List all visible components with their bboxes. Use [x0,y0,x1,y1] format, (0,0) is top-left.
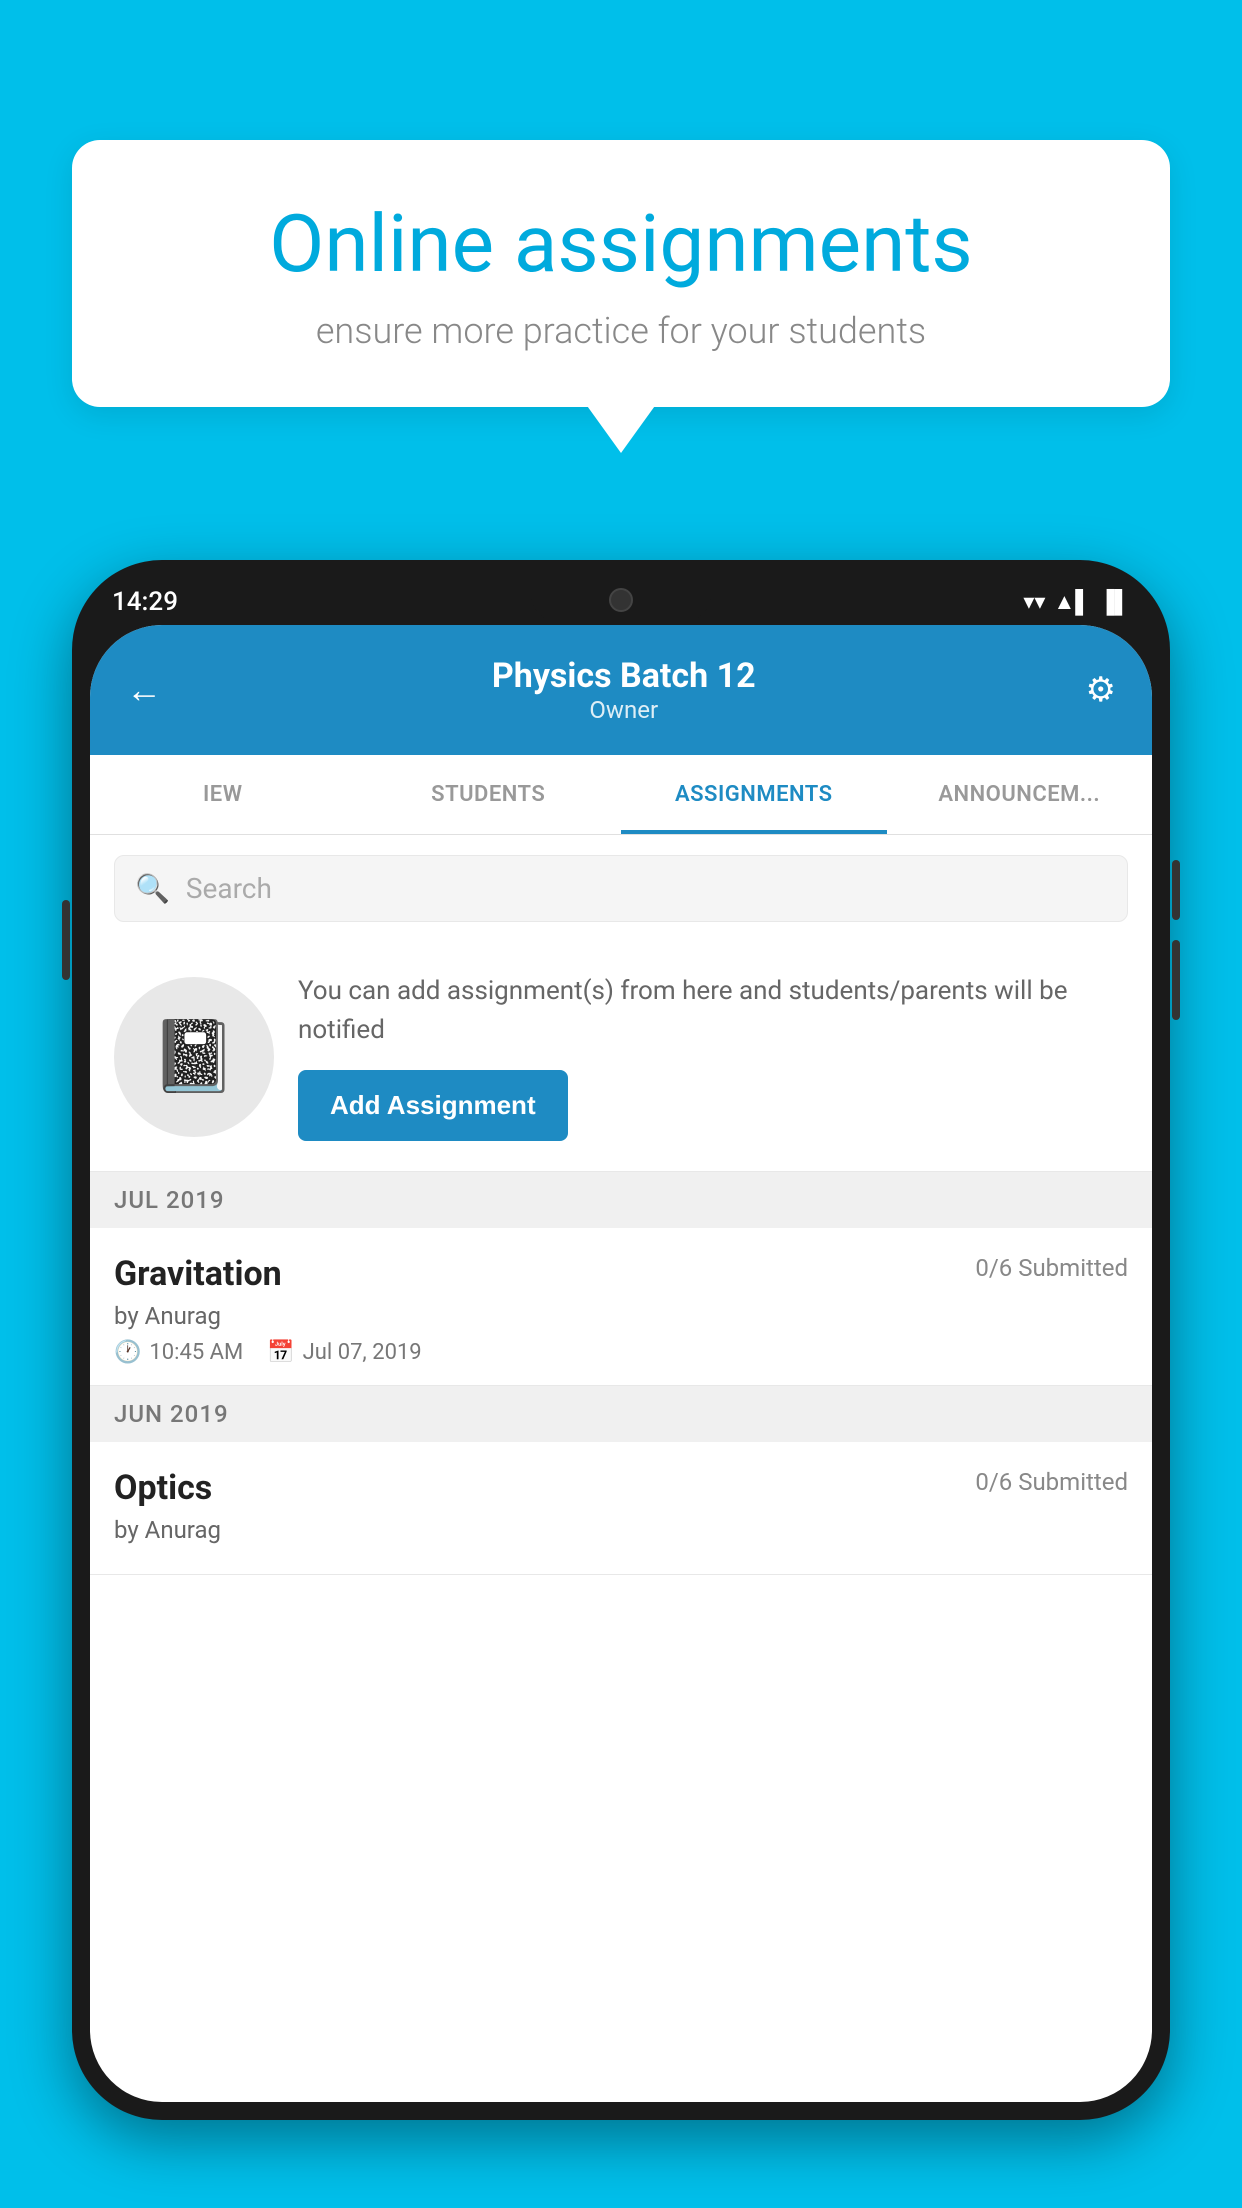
clock-icon: 🕐 [114,1340,141,1365]
promo-content: You can add assignment(s) from here and … [298,972,1128,1141]
assignment-by-optics: by Anurag [114,1516,1128,1544]
tab-assignments[interactable]: ASSIGNMENTS [621,755,887,834]
bubble-subtitle: ensure more practice for your students [142,310,1100,352]
section-header-jun-2019: JUN 2019 [90,1386,1152,1442]
search-bar[interactable]: 🔍 Search [114,855,1128,922]
bubble-title: Online assignments [142,200,1100,288]
settings-gear-icon[interactable]: ⚙ [1086,670,1116,710]
phone-frame-outer: 14:29 ▾▾ ▲▌ ▐▌ ← Physics Batch 12 Owner … [72,560,1170,2208]
status-bar: 14:29 ▾▾ ▲▌ ▐▌ [112,582,1130,622]
calendar-icon: 📅 [267,1340,294,1365]
assignment-item-gravitation[interactable]: Gravitation 0/6 Submitted by Anurag 🕐 10… [90,1228,1152,1386]
bubble-card: Online assignments ensure more practice … [72,140,1170,407]
tab-students[interactable]: STUDENTS [356,755,622,834]
assignment-meta-gravitation: 🕐 10:45 AM 📅 Jul 07, 2019 [114,1340,1128,1365]
tab-announcements[interactable]: ANNOUNCEM... [887,755,1153,834]
battery-icon: ▐▌ [1099,589,1130,615]
phone-screen: ← Physics Batch 12 Owner ⚙ IEW STUDENTS … [90,625,1152,2102]
assignment-time-gravitation: 🕐 10:45 AM [114,1340,243,1365]
assignment-title-gravitation: Gravitation [114,1254,282,1294]
promo-speech-bubble: Online assignments ensure more practice … [72,140,1170,407]
search-icon: 🔍 [135,872,170,905]
promo-description: You can add assignment(s) from here and … [298,972,1128,1050]
header-center: Physics Batch 12 Owner [492,656,756,724]
tabs-bar: IEW STUDENTS ASSIGNMENTS ANNOUNCEM... [90,755,1152,835]
notebook-icon: 📓 [150,1016,237,1098]
signal-icon: ▲▌ [1053,589,1090,615]
assignment-date-gravitation: 📅 Jul 07, 2019 [267,1340,421,1365]
status-icons: ▾▾ ▲▌ ▐▌ [1023,589,1130,615]
assignment-top-optics: Optics 0/6 Submitted [114,1468,1128,1508]
phone-frame: 14:29 ▾▾ ▲▌ ▐▌ ← Physics Batch 12 Owner … [72,560,1170,2120]
assignment-item-optics[interactable]: Optics 0/6 Submitted by Anurag [90,1442,1152,1575]
add-assignment-button[interactable]: Add Assignment [298,1070,568,1141]
power-button [62,900,70,980]
assignment-title-optics: Optics [114,1468,212,1508]
assignment-by-gravitation: by Anurag [114,1302,1128,1330]
back-button[interactable]: ← [126,669,162,711]
promo-section: 📓 You can add assignment(s) from here an… [90,942,1152,1172]
assignment-submitted-optics: 0/6 Submitted [975,1468,1128,1496]
section-header-jul-2019: JUL 2019 [90,1172,1152,1228]
assignment-submitted-gravitation: 0/6 Submitted [975,1254,1128,1282]
search-container: 🔍 Search [90,835,1152,942]
volume-down-button [1172,940,1180,1020]
header-subtitle: Owner [492,696,756,724]
volume-up-button [1172,860,1180,920]
header-title: Physics Batch 12 [492,656,756,696]
assignment-top: Gravitation 0/6 Submitted [114,1254,1128,1294]
promo-icon-circle: 📓 [114,977,274,1137]
search-placeholder-text: Search [186,872,272,905]
tab-iew[interactable]: IEW [90,755,356,834]
wifi-icon: ▾▾ [1023,590,1045,615]
app-header: ← Physics Batch 12 Owner ⚙ [90,625,1152,755]
status-time: 14:29 [112,587,178,617]
